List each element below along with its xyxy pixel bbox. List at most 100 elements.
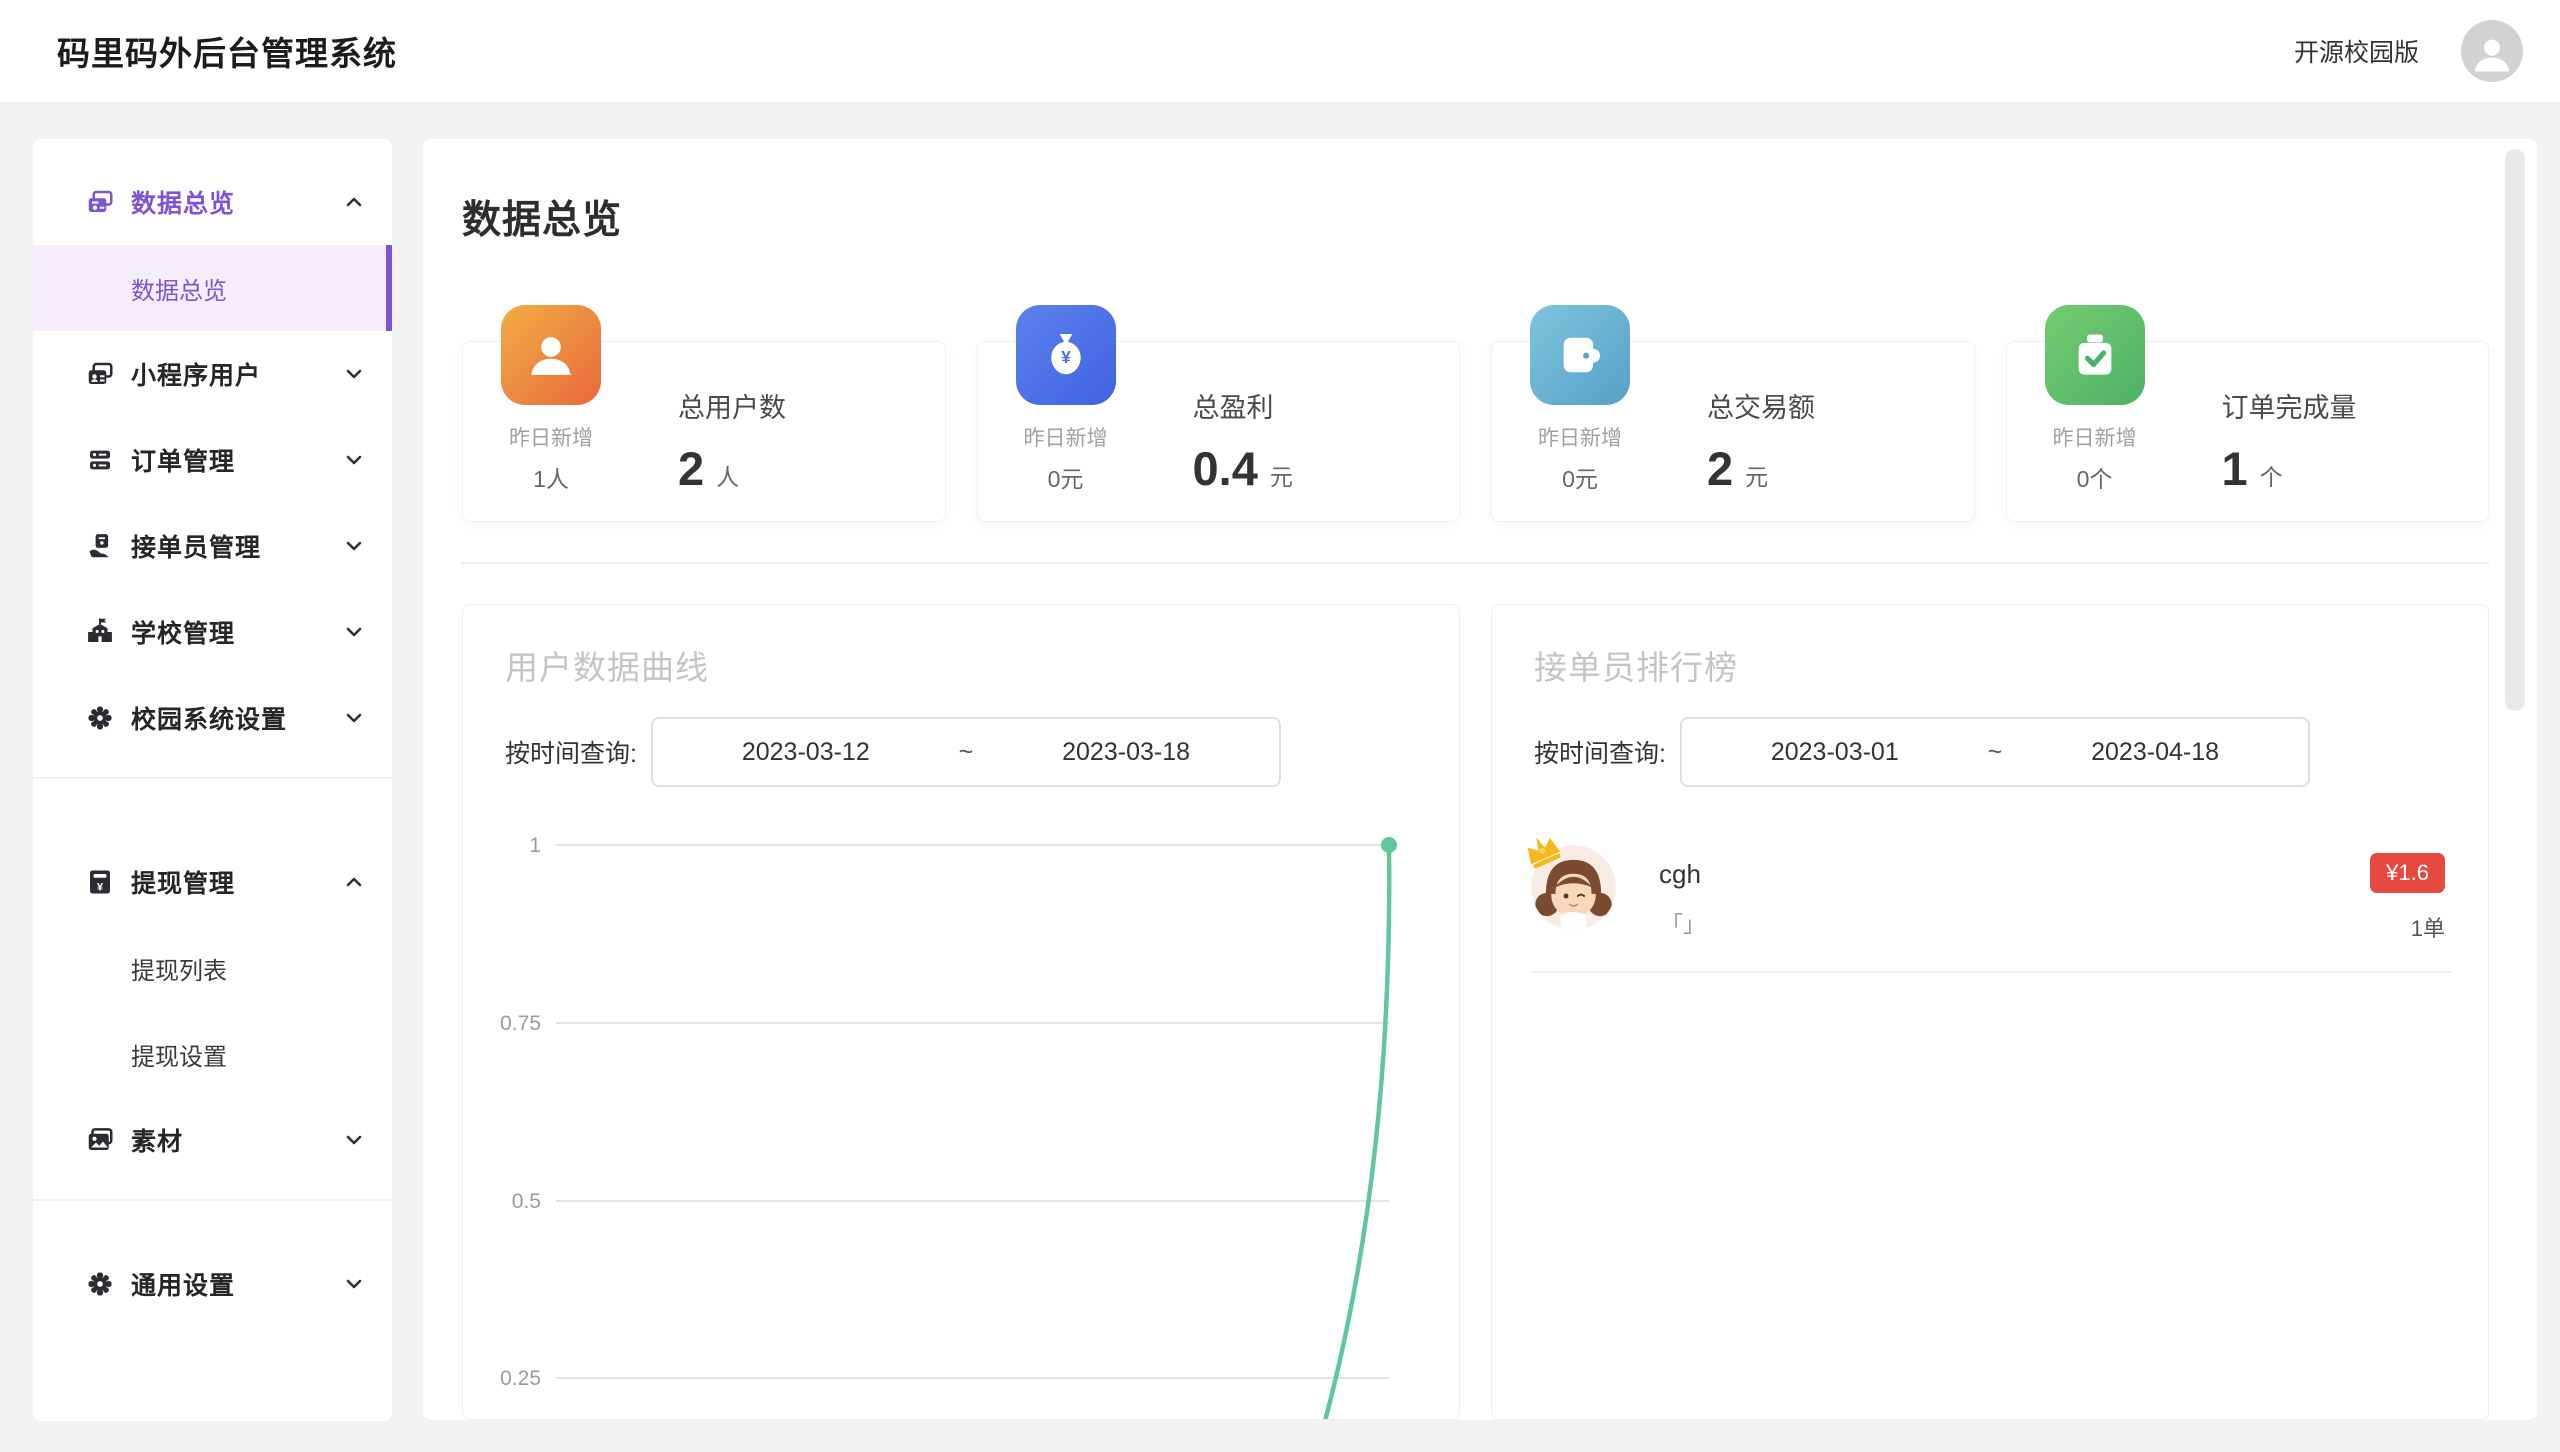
order-taker-icon (85, 531, 115, 561)
campus-settings-icon (85, 703, 115, 733)
app-root: 码里码外后台管理系统 开源校园版 数据总览 (0, 0, 2560, 1452)
stat-main-block: 总盈利 0.4 元 (1193, 386, 1293, 496)
start-date[interactable]: 2023-03-01 (1771, 738, 1899, 767)
panel-title: 用户数据曲线 (505, 641, 709, 689)
chevron-down-icon (342, 1272, 366, 1296)
stat-title: 总盈利 (1193, 386, 1293, 425)
yesterday-block: 昨日新增 0元 (1505, 422, 1655, 494)
chevron-down-icon (342, 534, 366, 558)
sidebar: 数据总览 数据总览 小程序用户 (33, 139, 392, 1421)
sidebar-subitem-withdraw-list[interactable]: 提现列表 (33, 925, 392, 1011)
stat-card-completed-orders: 昨日新增 0个 订单完成量 1 个 (2006, 341, 2490, 522)
svg-text:¥: ¥ (1061, 347, 1071, 367)
chevron-down-icon (342, 620, 366, 644)
stat-unit: 元 (1745, 458, 1768, 492)
material-icon (85, 1125, 115, 1155)
stat-value: 0.4 (1193, 441, 1258, 496)
sidebar-item-label: 小程序用户 (131, 356, 261, 392)
stat-unit: 人 (716, 458, 739, 492)
panel-title: 接单员排行榜 (1534, 641, 1738, 689)
rank-avatar (1531, 845, 1616, 930)
rank-list-item: cgh 「」 ¥1.6 1单 (1531, 845, 2451, 945)
stat-main-block: 订单完成量 1 个 (2222, 386, 2357, 496)
stat-title: 订单完成量 (2222, 386, 2357, 425)
sidebar-item-data-overview[interactable]: 数据总览 (33, 159, 392, 245)
person-icon (2470, 33, 2514, 77)
sidebar-subitem-data-overview[interactable]: 数据总览 (33, 245, 392, 331)
sidebar-item-label: 提现管理 (131, 864, 235, 900)
stat-card-total-transactions: 昨日新增 0元 总交易额 2 元 (1491, 341, 1975, 522)
date-range-picker[interactable]: 2023-03-12 ~ 2023-03-18 (651, 717, 1281, 787)
stat-card-total-users: 昨日新增 1人 总用户数 2 人 (462, 341, 946, 522)
query-row: 按时间查询: 2023-03-12 ~ 2023-03-18 (505, 717, 1281, 787)
y-tick-label: 0.75 (500, 1012, 541, 1035)
yesterday-block: 昨日新增 1人 (476, 422, 626, 494)
query-label: 按时间查询: (1534, 734, 1666, 770)
sidebar-group-3: 通用设置 (33, 1201, 392, 1343)
sidebar-subitem-label: 提现设置 (131, 1037, 227, 1072)
stat-title: 总交易额 (1707, 386, 1815, 425)
general-settings-icon (85, 1269, 115, 1299)
page-title: 数据总览 (462, 189, 622, 245)
sidebar-item-material[interactable]: 素材 (33, 1097, 392, 1183)
chevron-down-icon (342, 706, 366, 730)
data-overview-icon (85, 187, 115, 217)
end-date[interactable]: 2023-03-18 (1062, 738, 1190, 767)
order-count: 1单 (2411, 911, 2445, 943)
sidebar-subitem-label: 数据总览 (131, 271, 227, 306)
svg-text:¥: ¥ (97, 881, 104, 893)
sidebar-item-school-management[interactable]: 学校管理 (33, 589, 392, 675)
sidebar-item-label: 数据总览 (131, 184, 235, 220)
main-content: 数据总览 昨日新增 1人 总用户数 2 人 (423, 139, 2537, 1420)
user-avatar[interactable] (2461, 20, 2523, 82)
start-date[interactable]: 2023-03-12 (742, 738, 870, 767)
query-label: 按时间查询: (505, 734, 637, 770)
stat-cards-row: 昨日新增 1人 总用户数 2 人 ¥ 昨日新增 0元 (462, 341, 2489, 522)
sidebar-item-campus-system-settings[interactable]: 校园系统设置 (33, 675, 392, 761)
section-divider (462, 562, 2489, 564)
mini-program-user-icon (85, 359, 115, 389)
rank-item-divider (1531, 971, 2451, 973)
query-row: 按时间查询: 2023-03-01 ~ 2023-04-18 (1534, 717, 2310, 787)
app-title: 码里码外后台管理系统 (57, 27, 397, 75)
yesterday-label: 昨日新增 (476, 422, 626, 452)
sidebar-item-order-taker-management[interactable]: 接单员管理 (33, 503, 392, 589)
curve-endpoint-dot (1381, 837, 1397, 853)
sidebar-group-1: 数据总览 数据总览 小程序用户 (33, 139, 392, 777)
money-bag-icon: ¥ (1016, 305, 1116, 405)
yesterday-value: 1人 (476, 460, 626, 494)
edition-label: 开源校园版 (2294, 33, 2419, 69)
withdraw-icon: ¥ (85, 867, 115, 897)
ranking-panel: 接单员排行榜 按时间查询: 2023-03-01 ~ 2023-04-18 (1491, 604, 2489, 1420)
sidebar-item-order-management[interactable]: 订单管理 (33, 417, 392, 503)
clipboard-check-icon (2045, 305, 2145, 405)
end-date[interactable]: 2023-04-18 (2091, 738, 2219, 767)
yesterday-value: 0元 (1505, 460, 1655, 494)
sidebar-item-label: 订单管理 (131, 442, 235, 478)
amount-badge: ¥1.6 (2370, 853, 2445, 893)
sidebar-item-general-settings[interactable]: 通用设置 (33, 1241, 392, 1327)
user-curve-chart: 1 0.75 0.5 0.25 (463, 805, 1460, 1420)
chevron-up-icon (342, 870, 366, 894)
sidebar-item-miniprogram-users[interactable]: 小程序用户 (33, 331, 392, 417)
stat-value: 1 (2222, 441, 2248, 496)
stat-main-block: 总用户数 2 人 (678, 386, 786, 496)
scrollbar-thumb[interactable] (2505, 149, 2525, 711)
stat-value: 2 (678, 441, 704, 496)
yesterday-value: 0元 (991, 460, 1141, 494)
sidebar-subitem-withdraw-settings[interactable]: 提现设置 (33, 1011, 392, 1097)
sidebar-subitem-label: 提现列表 (131, 951, 227, 986)
header-right: 开源校园版 (2294, 20, 2523, 82)
stat-unit: 个 (2260, 458, 2283, 492)
stat-card-total-profit: ¥ 昨日新增 0元 总盈利 0.4 元 (977, 341, 1461, 522)
stat-unit: 元 (1270, 458, 1293, 492)
date-range-picker[interactable]: 2023-03-01 ~ 2023-04-18 (1680, 717, 2310, 787)
y-tick-label: 0.25 (500, 1367, 541, 1390)
sidebar-item-withdraw-management[interactable]: ¥ 提现管理 (33, 839, 392, 925)
school-icon (85, 617, 115, 647)
chevron-down-icon (342, 362, 366, 386)
chevron-down-icon (342, 448, 366, 472)
date-separator: ~ (959, 738, 974, 767)
stat-title: 总用户数 (678, 386, 786, 425)
rank-user-name: cgh (1659, 859, 1701, 890)
